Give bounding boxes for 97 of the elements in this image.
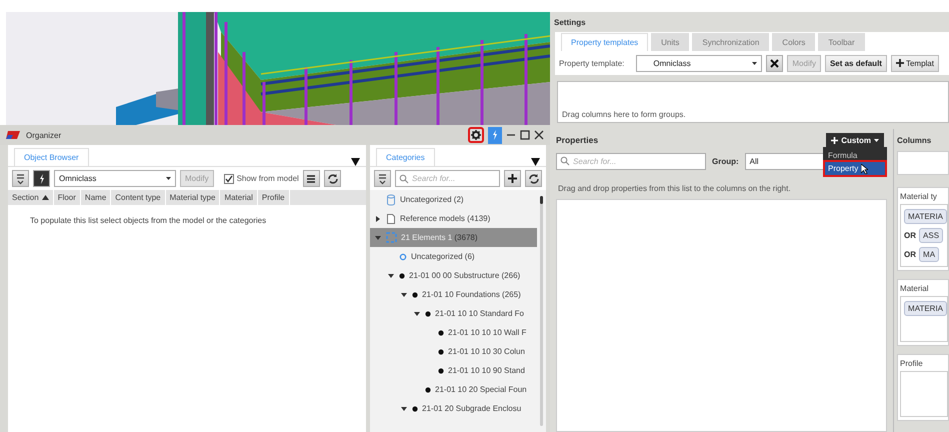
gear-icon [471, 130, 481, 140]
dot-icon [412, 406, 418, 412]
search-icon [399, 174, 409, 184]
dot-icon [425, 386, 431, 392]
column-header[interactable]: Material [220, 190, 258, 205]
app-logo-icon [6, 129, 22, 141]
expanded-arrow-icon[interactable] [387, 272, 395, 280]
dot-icon [438, 330, 444, 336]
hint-text: Drag and drop properties from this list to the columns on the right. [557, 183, 792, 195]
column-header[interactable]: Name [80, 190, 112, 205]
scroll-thumb-icon [540, 196, 543, 204]
tree-item[interactable]: 21 Elements 1 (3678) [370, 228, 537, 247]
refresh-button[interactable] [324, 170, 341, 187]
panel-title: Columns [897, 134, 932, 146]
refresh-button[interactable] [525, 170, 542, 187]
caret-icon [166, 177, 171, 180]
group-hint: Drag columns here to form groups. [562, 110, 686, 119]
delete-button[interactable] [766, 54, 784, 72]
dot-icon [412, 292, 418, 298]
window-title: Organizer [26, 130, 62, 140]
empty-message: To populate this list select objects from the model or the categories [29, 215, 268, 227]
columns-area [897, 151, 949, 175]
tree-item[interactable]: Reference models (4139) [370, 209, 537, 228]
template-dropdown[interactable]: Omniclass [54, 170, 176, 187]
dashed-square-icon [386, 232, 397, 243]
collapse-button[interactable] [374, 170, 391, 187]
expanded-arrow-icon[interactable] [413, 310, 421, 318]
list-button[interactable] [302, 170, 320, 187]
cursor-icon [861, 164, 868, 174]
tree-item[interactable]: Uncategorized (6) [370, 247, 537, 266]
tree-item[interactable]: 21-01 00 00 Substructure (266) [370, 266, 537, 285]
panel-title: Properties [556, 135, 598, 145]
property-chip[interactable]: ASS [919, 228, 944, 243]
search-icon [560, 156, 570, 166]
toolbar-button[interactable]: Set as default [824, 54, 887, 72]
checkbox[interactable] [224, 174, 234, 184]
cylinder-icon [386, 194, 396, 206]
document-icon [386, 212, 396, 224]
menu-triangle-icon[interactable] [351, 158, 360, 166]
menu-item[interactable]: Property [825, 162, 886, 175]
plus-icon [831, 136, 838, 144]
collapse-icon [14, 172, 27, 185]
dot-icon [425, 310, 431, 316]
refresh-icon [527, 172, 540, 185]
collapsed-arrow-icon[interactable] [374, 214, 382, 222]
tree-item[interactable]: Uncategorized (2) [370, 190, 537, 209]
checkmark-icon [224, 174, 233, 182]
custom-button[interactable]: Custom [826, 132, 884, 148]
group-title: Profile [899, 358, 924, 370]
refresh-icon [326, 172, 339, 185]
dot-icon [399, 272, 405, 278]
column-header[interactable]: Section [8, 190, 54, 205]
field-label: Group: [712, 156, 739, 166]
tree-item[interactable]: 21-01 10 Foundations (265) [370, 285, 537, 304]
expanded-arrow-icon[interactable] [400, 290, 408, 298]
maximize-icon[interactable] [520, 130, 530, 140]
list-icon [306, 174, 316, 184]
collapse-icon [376, 172, 389, 185]
dot-icon [438, 348, 444, 354]
window-title: Settings [553, 16, 587, 29]
collapse-button[interactable] [12, 170, 29, 187]
lightning-button[interactable] [33, 170, 50, 187]
circle-icon [399, 252, 407, 260]
add-template-button[interactable]: Templat [890, 54, 939, 72]
operator-label: OR [904, 231, 916, 240]
settings-button[interactable] [468, 127, 484, 143]
template-dropdown[interactable]: Omniclass [636, 54, 762, 72]
group-title: Material [899, 282, 930, 294]
add-button[interactable] [504, 170, 521, 187]
column-header[interactable]: Profile [258, 190, 290, 205]
tree-item[interactable]: 21-01 10 20 Special Foun [370, 380, 537, 399]
property-chip[interactable]: MA [919, 247, 940, 262]
menu-triangle-icon[interactable] [531, 158, 540, 166]
plus-icon [896, 59, 904, 67]
lightning-icon [492, 130, 498, 140]
column-header[interactable]: Content type [111, 190, 166, 205]
column-header[interactable]: Material type [166, 190, 220, 205]
group-title: Material ty [899, 190, 938, 203]
dot-icon [438, 368, 444, 374]
plus-icon [508, 174, 517, 183]
tree-item[interactable]: 21-01 10 10 10 Wall F [370, 323, 537, 342]
property-chip[interactable]: MATERIA [904, 209, 947, 224]
operator-label: OR [904, 250, 916, 259]
caret-icon [752, 62, 758, 64]
close-icon [770, 58, 780, 68]
checkbox-label: Show from model [236, 174, 299, 183]
property-chip[interactable]: MATERIA [904, 301, 947, 316]
tree-item[interactable]: 21-01 10 10 30 Colun [370, 342, 537, 361]
tree-item[interactable]: 21-01 20 Subgrade Enclosu [370, 399, 537, 418]
tree-item[interactable]: 21-01 10 10 90 Stand [370, 361, 537, 380]
tree-item[interactable]: 21-01 10 10 Standard Fo [370, 304, 537, 323]
lightning-icon [38, 174, 44, 184]
caret-icon [874, 138, 880, 142]
field-label: Property template: [559, 58, 624, 68]
expanded-arrow-icon[interactable] [400, 404, 408, 412]
close-icon[interactable] [534, 130, 544, 140]
column-header[interactable]: Floor [54, 190, 81, 205]
